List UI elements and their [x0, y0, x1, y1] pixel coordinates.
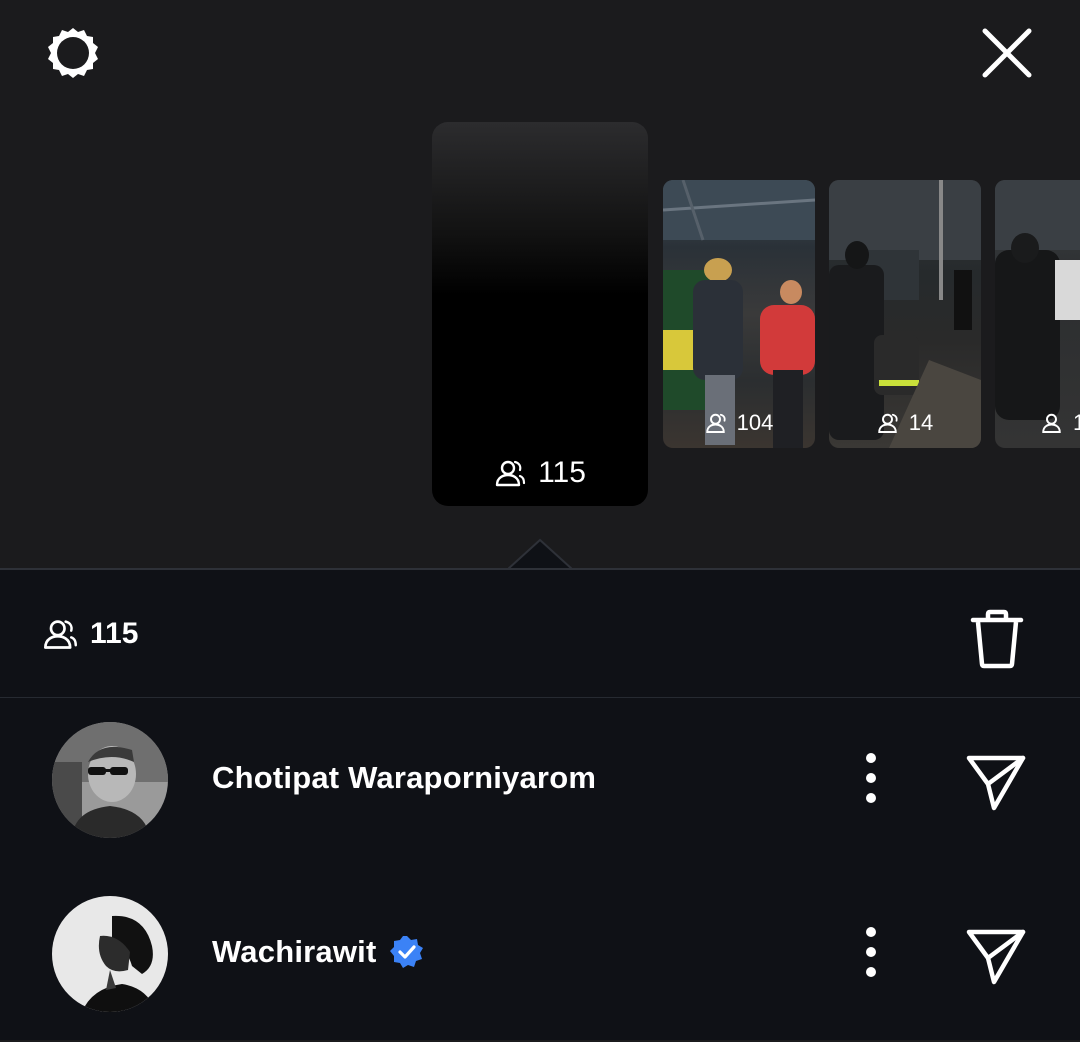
avatar[interactable]: [52, 896, 168, 1012]
viewers-icon: [705, 413, 726, 433]
story-thumbnail[interactable]: 14: [829, 180, 981, 448]
close-button[interactable]: [976, 22, 1038, 84]
story-viewer-top: 115 104 14 1: [0, 0, 1080, 570]
viewers-icon: [878, 413, 898, 433]
viewers-panel: 115 Chotipat Waraporniyarom Wachirawit: [0, 568, 1080, 1040]
send-message-icon[interactable]: [960, 920, 1032, 992]
selection-caret: [508, 538, 572, 570]
story-views: 115: [432, 456, 648, 490]
story-views: 104: [663, 410, 815, 436]
viewer-name-text: Wachirawit: [212, 934, 377, 969]
views-count: 1: [1073, 410, 1080, 435]
viewer-row[interactable]: Wachirawit: [0, 882, 1080, 1042]
story-photo: [663, 180, 815, 448]
story-photo: [829, 180, 981, 448]
verified-badge-icon: [389, 936, 423, 968]
views-count: 14: [908, 410, 934, 435]
avatar-image: [52, 896, 168, 1012]
viewers-icon: [1042, 413, 1061, 433]
story-views: 14: [829, 410, 981, 436]
send-message-icon[interactable]: [960, 746, 1032, 818]
viewer-name-text: Chotipat Waraporniyarom: [212, 760, 597, 795]
viewer-count: 115: [42, 616, 138, 652]
story-thumbnail[interactable]: 1: [995, 180, 1080, 448]
delete-story-button[interactable]: [962, 604, 1032, 674]
viewers-icon: [495, 460, 526, 487]
gear-icon: [48, 28, 98, 78]
viewer-row[interactable]: Chotipat Waraporniyarom: [0, 708, 1080, 868]
viewer-name[interactable]: Chotipat Waraporniyarom: [212, 760, 596, 796]
views-count: 115: [538, 456, 586, 489]
trash-icon: [970, 609, 1024, 669]
avatar[interactable]: [52, 722, 168, 838]
viewer-name[interactable]: Wachirawit: [212, 934, 425, 970]
viewers-panel-header: 115: [0, 570, 1080, 698]
avatar-image: [52, 722, 168, 838]
more-options-icon[interactable]: [850, 748, 892, 808]
viewer-count-value: 115: [90, 617, 139, 650]
viewers-icon: [44, 620, 77, 649]
close-icon: [982, 28, 1032, 78]
story-thumbnail[interactable]: 104: [663, 180, 815, 448]
settings-button[interactable]: [40, 20, 106, 86]
story-views: 1: [995, 410, 1080, 436]
more-options-icon[interactable]: [850, 922, 892, 982]
story-photo: [995, 180, 1080, 420]
views-count: 104: [736, 410, 774, 435]
story-thumbnail-current[interactable]: 115: [432, 122, 648, 506]
